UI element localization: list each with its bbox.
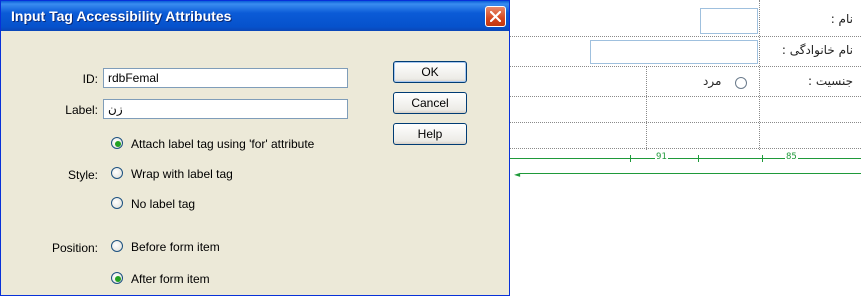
first-name-field[interactable] (700, 8, 758, 34)
close-button[interactable] (485, 6, 506, 27)
design-view: نام : نام خانوادگی : مرد جنسیت : 91 85 ◄ (500, 0, 861, 296)
table-row-divider (500, 36, 861, 37)
ruler-arrow-icon: ◄ (514, 170, 521, 179)
style-option-label: No label tag (131, 197, 196, 211)
ruler-tick (630, 155, 631, 162)
ruler-width-left: 91 (655, 152, 668, 162)
gender-label: جنسیت : (807, 74, 853, 88)
label-input[interactable] (103, 99, 348, 119)
male-radio[interactable] (735, 77, 747, 89)
ruler-tick (762, 155, 763, 162)
dialog-body: ID: Label: Attach label tag using 'for' … (4, 31, 506, 294)
close-icon (490, 11, 501, 22)
dialog-titlebar[interactable]: Input Tag Accessibility Attributes (1, 1, 509, 31)
table-column-divider (759, 0, 760, 150)
radio-selected-dot (115, 141, 121, 147)
style-label: Style: (67, 168, 98, 182)
ruler-width-right: 85 (785, 152, 798, 162)
position-option-label: After form item (131, 272, 210, 286)
help-button[interactable]: Help (393, 123, 467, 145)
radio-circle-icon (111, 197, 123, 209)
dialog-title: Input Tag Accessibility Attributes (11, 8, 232, 24)
table-column-divider (646, 66, 647, 150)
radio-circle-icon (111, 167, 123, 179)
style-option-label: Wrap with label tag (131, 167, 233, 181)
radio-circle-icon (111, 137, 123, 149)
ok-button[interactable]: OK (393, 61, 467, 83)
id-input[interactable] (103, 68, 348, 88)
radio-circle-icon (111, 240, 123, 252)
cancel-button[interactable]: Cancel (393, 92, 467, 114)
radio-circle-icon (111, 272, 123, 284)
style-option-label: Attach label tag using 'for' attribute (131, 137, 315, 151)
table-width-ruler (520, 173, 861, 174)
position-label: Position: (51, 241, 98, 255)
table-row-divider (500, 66, 861, 67)
label-label: Label: (65, 103, 98, 117)
table-row-divider (500, 96, 861, 97)
table-row-divider (500, 122, 861, 123)
position-option-label: Before form item (131, 240, 220, 254)
radio-selected-dot (115, 276, 121, 282)
accessibility-dialog: Input Tag Accessibility Attributes ID: L… (0, 0, 510, 296)
male-radio-label: مرد (703, 74, 722, 88)
column-width-ruler (500, 158, 861, 159)
last-name-label: نام خانوادگی : (781, 43, 853, 57)
id-label: ID: (82, 72, 98, 86)
ruler-tick (698, 155, 699, 162)
last-name-field[interactable] (590, 40, 758, 64)
table-row-divider (500, 148, 861, 149)
first-name-label: نام : (830, 12, 853, 26)
